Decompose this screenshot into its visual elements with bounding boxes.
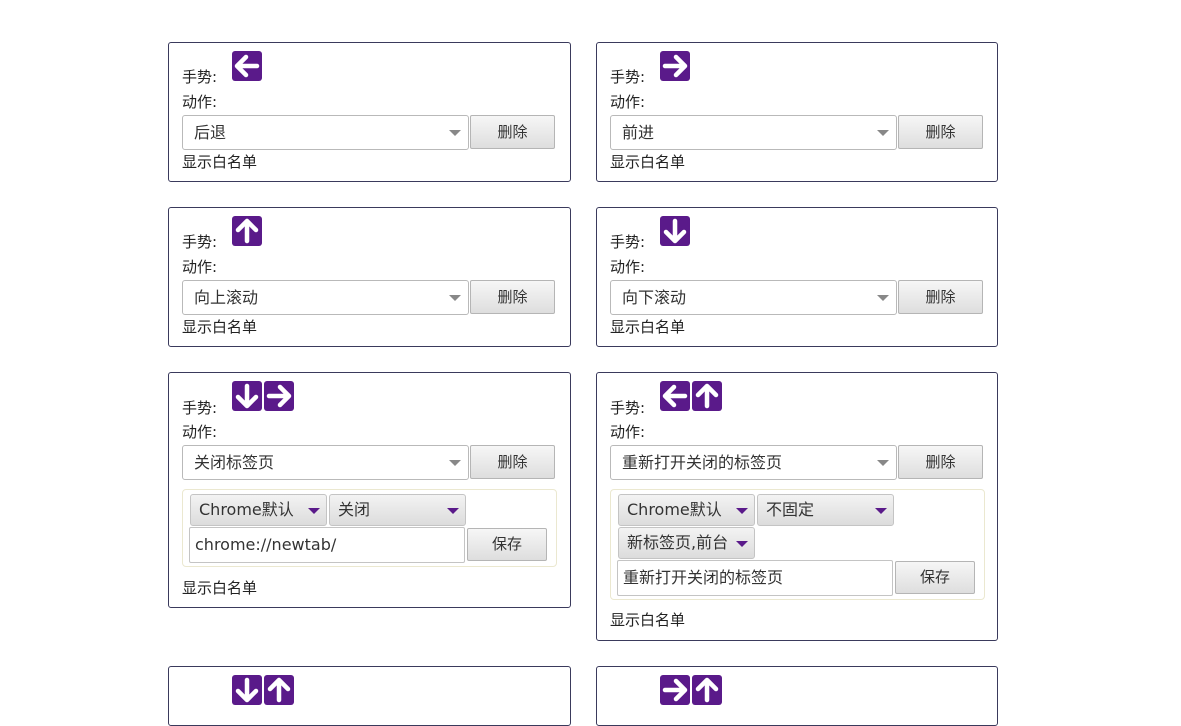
option-value: Chrome默认 xyxy=(199,500,294,519)
arrow-left-icon xyxy=(660,381,690,411)
option-select-default[interactable]: Chrome默认 xyxy=(190,494,327,526)
save-button[interactable]: 保存 xyxy=(467,528,547,561)
option-value: 新标签页,前台 xyxy=(627,533,729,552)
gesture-arrows xyxy=(660,381,722,411)
option-value: 不固定 xyxy=(766,500,815,519)
action-label: 动作: xyxy=(182,423,218,441)
chevron-down-icon xyxy=(449,460,461,466)
delete-button[interactable]: 删除 xyxy=(898,115,983,149)
action-select-value: 重新打开关闭的标签页 xyxy=(622,453,783,472)
action-select[interactable]: 后退 xyxy=(182,115,469,150)
gesture-card: 手势: 动作: 向上滚动 删除 显示白名单 xyxy=(168,207,571,347)
option-select-default[interactable]: Chrome默认 xyxy=(618,494,755,526)
name-input-value: 重新打开关闭的标签页 xyxy=(623,568,784,587)
delete-button[interactable]: 删除 xyxy=(470,115,555,149)
arrow-up-icon xyxy=(264,675,294,705)
arrow-right-icon xyxy=(660,675,690,705)
arrow-up-icon xyxy=(232,216,262,246)
action-label: 动作: xyxy=(610,423,646,441)
gesture-label: 手势: xyxy=(610,399,646,417)
gesture-arrows xyxy=(232,675,294,705)
gesture-arrows xyxy=(232,381,294,411)
show-whitelist-link[interactable]: 显示白名单 xyxy=(610,611,685,629)
action-options-panel: Chrome默认 不固定 新标签页,前台 重新打开关闭的标签页 保存 xyxy=(610,489,985,600)
chevron-down-icon xyxy=(877,295,889,301)
gesture-card: 手势: 动作: 关闭标签页 删除 Chrome默认 关闭 chrome://ne… xyxy=(168,372,571,608)
gesture-card: 手势: 动作: 重新打开关闭的标签页 删除 Chrome默认 不固定 新标签页,… xyxy=(596,372,998,641)
gesture-label: 手势: xyxy=(610,68,646,86)
action-select-value: 前进 xyxy=(622,123,655,142)
action-select[interactable]: 重新打开关闭的标签页 xyxy=(610,445,897,480)
show-whitelist-link[interactable]: 显示白名单 xyxy=(182,579,257,597)
action-options-panel: Chrome默认 关闭 chrome://newtab/ 保存 xyxy=(182,489,557,567)
delete-button[interactable]: 删除 xyxy=(898,445,983,479)
action-select-value: 向上滚动 xyxy=(194,288,259,307)
gesture-label: 手势: xyxy=(610,233,646,251)
action-select-value: 关闭标签页 xyxy=(194,453,275,472)
action-label: 动作: xyxy=(182,93,218,111)
gesture-card xyxy=(168,666,571,726)
gesture-arrows xyxy=(660,51,690,81)
show-whitelist-link[interactable]: 显示白名单 xyxy=(610,318,685,336)
url-input-value: chrome://newtab/ xyxy=(195,535,337,554)
chevron-down-icon xyxy=(877,460,889,466)
gesture-arrows xyxy=(660,675,722,705)
arrow-down-icon xyxy=(660,216,690,246)
action-select-value: 后退 xyxy=(194,123,227,142)
chevron-down-icon xyxy=(736,541,748,547)
option-select-pin[interactable]: 不固定 xyxy=(757,494,894,526)
name-input[interactable]: 重新打开关闭的标签页 xyxy=(617,560,893,596)
delete-button[interactable]: 删除 xyxy=(898,280,983,314)
option-value: Chrome默认 xyxy=(627,500,722,519)
action-select-value: 向下滚动 xyxy=(622,288,687,307)
gesture-label: 手势: xyxy=(182,68,218,86)
chevron-down-icon xyxy=(736,508,748,514)
chevron-down-icon xyxy=(447,508,459,514)
save-button[interactable]: 保存 xyxy=(895,561,975,594)
show-whitelist-link[interactable]: 显示白名单 xyxy=(182,153,257,171)
action-select[interactable]: 向下滚动 xyxy=(610,280,897,315)
action-label: 动作: xyxy=(610,93,646,111)
arrow-down-icon xyxy=(232,381,262,411)
url-input[interactable]: chrome://newtab/ xyxy=(189,527,465,563)
chevron-down-icon xyxy=(449,130,461,136)
arrow-up-icon xyxy=(692,675,722,705)
option-value: 关闭 xyxy=(338,500,371,519)
action-label: 动作: xyxy=(182,258,218,276)
arrow-down-icon xyxy=(232,675,262,705)
arrow-left-icon xyxy=(232,51,262,81)
gesture-arrows xyxy=(232,51,262,81)
arrow-up-icon xyxy=(692,381,722,411)
action-select[interactable]: 前进 xyxy=(610,115,897,150)
gesture-arrows xyxy=(660,216,690,246)
arrow-right-icon xyxy=(264,381,294,411)
gesture-card: 手势: 动作: 后退 删除 显示白名单 xyxy=(168,42,571,182)
gesture-label: 手势: xyxy=(182,399,218,417)
action-label: 动作: xyxy=(610,258,646,276)
chevron-down-icon xyxy=(308,508,320,514)
chevron-down-icon xyxy=(449,295,461,301)
action-select[interactable]: 向上滚动 xyxy=(182,280,469,315)
gesture-card: 手势: 动作: 前进 删除 显示白名单 xyxy=(596,42,998,182)
gesture-card xyxy=(596,666,998,726)
gesture-label: 手势: xyxy=(182,233,218,251)
chevron-down-icon xyxy=(877,130,889,136)
option-select-position[interactable]: 新标签页,前台 xyxy=(618,527,755,559)
arrow-right-icon xyxy=(660,51,690,81)
show-whitelist-link[interactable]: 显示白名单 xyxy=(182,318,257,336)
delete-button[interactable]: 删除 xyxy=(470,280,555,314)
show-whitelist-link[interactable]: 显示白名单 xyxy=(610,153,685,171)
gesture-arrows xyxy=(232,216,262,246)
chevron-down-icon xyxy=(875,508,887,514)
gesture-card: 手势: 动作: 向下滚动 删除 显示白名单 xyxy=(596,207,998,347)
option-select-close[interactable]: 关闭 xyxy=(329,494,466,526)
action-select[interactable]: 关闭标签页 xyxy=(182,445,469,480)
delete-button[interactable]: 删除 xyxy=(470,445,555,479)
